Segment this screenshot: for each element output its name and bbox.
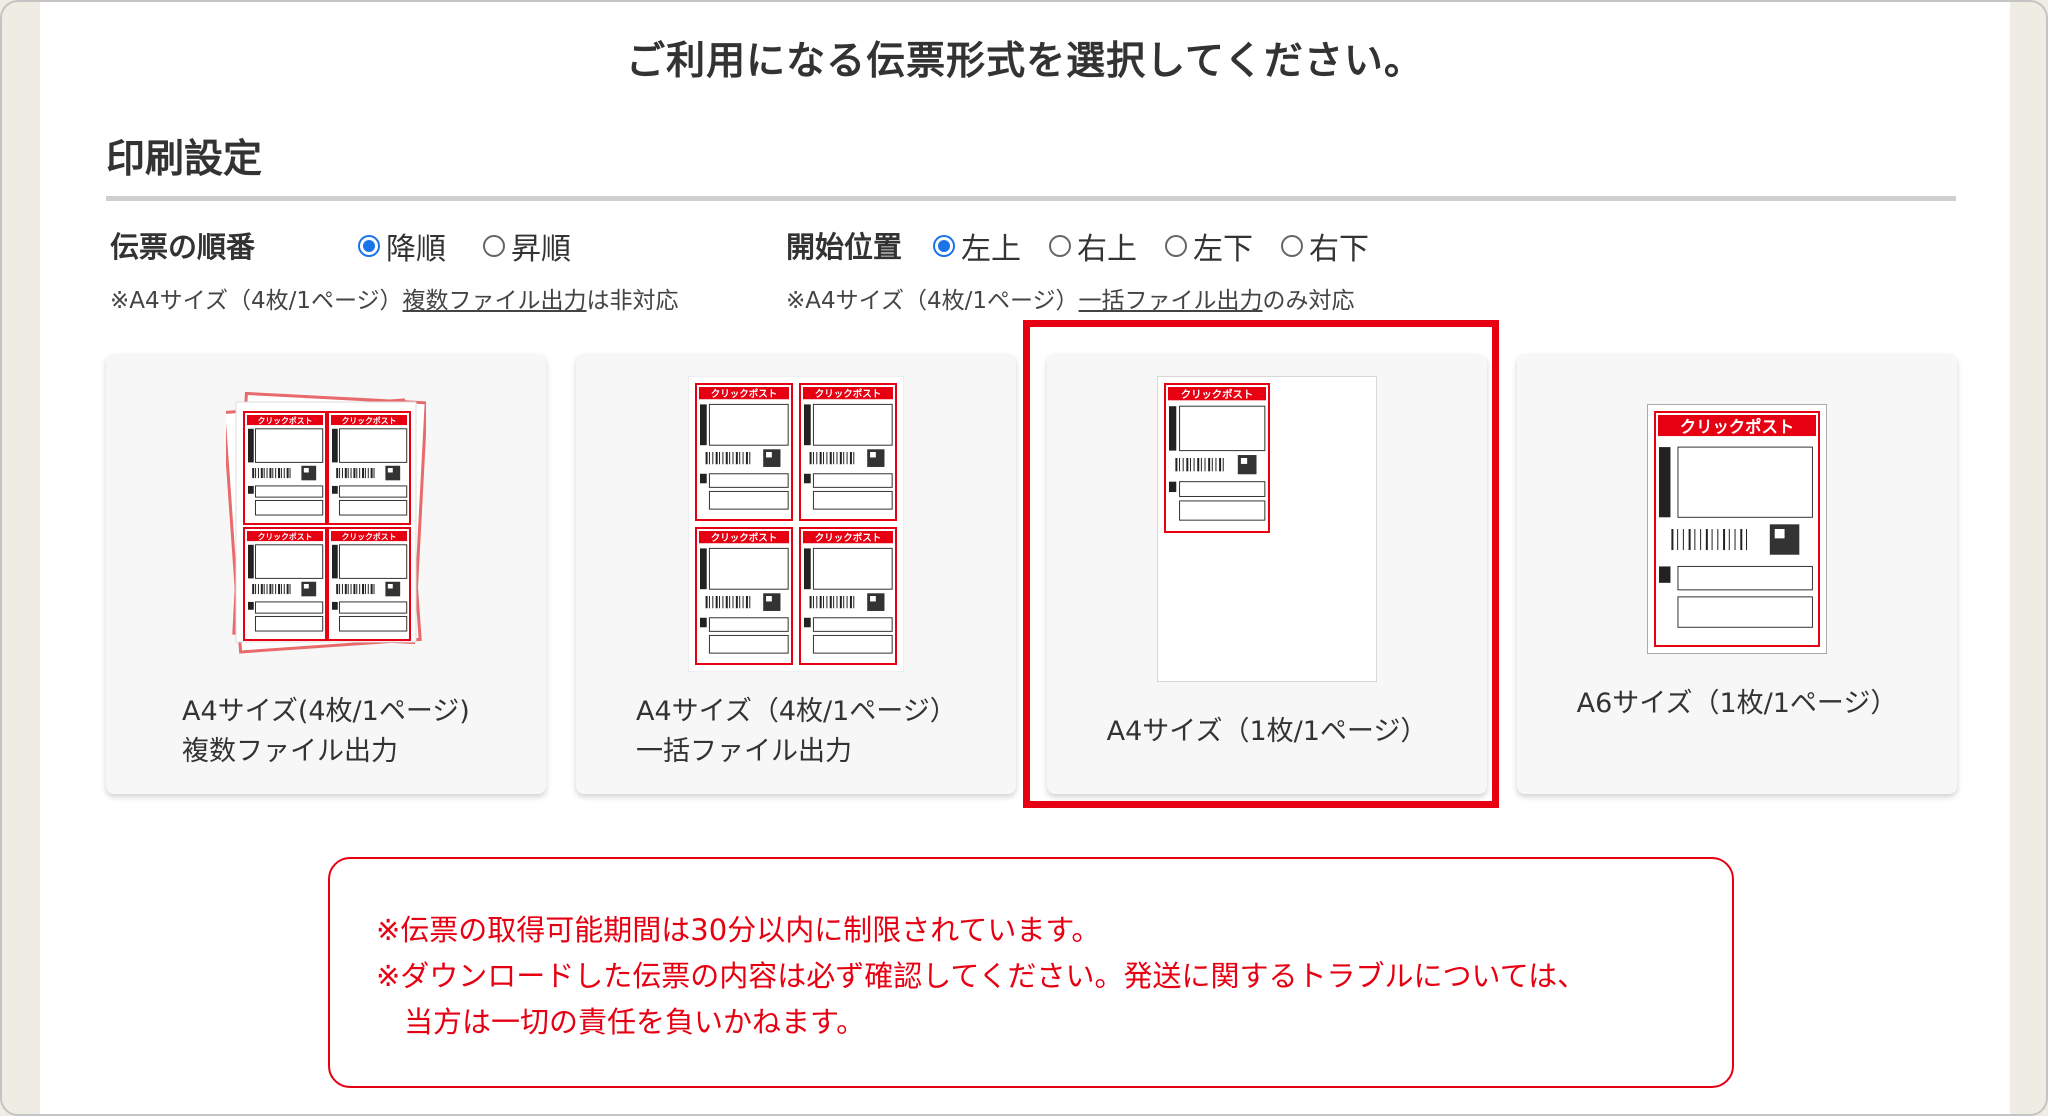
svg-text:クリックポスト: クリックポスト: [815, 388, 882, 400]
start-radio-bottom-right[interactable]: 右下: [1281, 224, 1369, 268]
start-position-label: 開始位置: [786, 230, 903, 264]
start-position-note: ※A4サイズ（4枚/1ページ）一括ファイル出力のみ対応: [786, 281, 1355, 315]
page-heading: ご利用になる伝票形式を選択してください。: [626, 39, 1424, 84]
order-radio-asc[interactable]: 昇順: [483, 224, 571, 268]
svg-text:クリックポスト: クリックポスト: [815, 532, 882, 544]
window-frame: ご利用になる伝票形式を選択してください。 印刷設定 伝票の順番 降順 昇順 ※A…: [0, 0, 2048, 1116]
format-caption-line1: A6サイズ（1枚/1ページ）: [1576, 688, 1898, 719]
radio-unselected-icon: [1165, 235, 1187, 257]
radio-selected-icon: [933, 235, 955, 257]
main-panel: ご利用になる伝票形式を選択してください。 印刷設定 伝票の順番 降順 昇順 ※A…: [40, 2, 2010, 1114]
note-link-text: 一括ファイル出力: [1078, 288, 1263, 314]
order-radio-desc[interactable]: 降順: [358, 224, 446, 268]
order-note: ※A4サイズ（4枚/1ページ）複数ファイル出力は非対応: [110, 281, 679, 315]
format-card-a6-1up[interactable]: クリックポスト A6サイズ（1枚/1ページ）: [1517, 354, 1957, 794]
radio-selected-icon: [358, 235, 380, 257]
format-card-a4-1up[interactable]: クリックポスト A4サイズ（1枚/1ページ）: [1047, 354, 1487, 794]
format-caption-line1: A4サイズ(4枚/1ページ): [182, 696, 470, 727]
format-caption-line1: A4サイズ（4枚/1ページ）: [636, 696, 957, 727]
a4-4up-sheet-icon: クリックポスト クリックポストクリックポスト クリックポスト: [688, 376, 904, 672]
note-text: ※A4サイズ（4枚/1ページ）: [110, 288, 403, 314]
section-divider: [106, 196, 1956, 201]
radio-label: 左上: [961, 232, 1021, 267]
format-caption-line2: 複数ファイル出力: [182, 736, 398, 767]
format-card-a4-4up-multi[interactable]: クリックポスト クリックポスト クリックポスト クリックポスト A4サイズ(4枚/1ペ…: [106, 354, 546, 794]
start-radio-top-left[interactable]: 左上: [933, 224, 1021, 268]
svg-text:クリックポスト: クリックポスト: [1680, 418, 1795, 437]
note-text: は非対応: [586, 288, 679, 314]
note-link-text: 複数ファイル出力: [402, 288, 587, 314]
radio-label: 左下: [1193, 232, 1253, 267]
a6-label-icon: クリックポスト: [1647, 404, 1827, 654]
radio-label: 右上: [1077, 232, 1137, 267]
warning-line-2: ※ダウンロードした伝票の内容は必ず確認してください。発送に関するトラブルについて…: [376, 959, 1587, 993]
start-radio-bottom-left[interactable]: 左下: [1165, 224, 1253, 268]
start-radio-top-right[interactable]: 右上: [1049, 224, 1137, 268]
radio-unselected-icon: [483, 235, 505, 257]
svg-text:クリックポスト: クリックポスト: [711, 388, 778, 400]
order-label: 伝票の順番: [110, 230, 256, 264]
radio-unselected-icon: [1281, 235, 1303, 257]
radio-label: 昇順: [511, 232, 571, 267]
svg-text:クリックポスト: クリックポスト: [342, 531, 397, 541]
note-text: ※A4サイズ（4枚/1ページ）: [786, 288, 1079, 314]
svg-text:クリックポスト: クリックポスト: [711, 532, 778, 544]
warning-line-1: ※伝票の取得可能期間は30分以内に制限されています。: [376, 913, 1101, 947]
section-title: 印刷設定: [106, 137, 263, 182]
radio-label: 右下: [1309, 232, 1369, 267]
radio-label: 降順: [386, 232, 446, 267]
a4-4up-stack-icon: クリックポスト クリックポストクリックポスト クリックポスト: [226, 391, 426, 654]
svg-text:クリックポスト: クリックポスト: [1181, 388, 1254, 401]
radio-unselected-icon: [1049, 235, 1071, 257]
warning-box: ※伝票の取得可能期間は30分以内に制限されています。 ※ダウンロードした伝票の内…: [328, 857, 1734, 1088]
format-card-a4-4up-single[interactable]: クリックポスト クリックポスト クリックポスト クリックポスト A4サイズ（4枚/1ペ…: [576, 354, 1016, 794]
warning-line-3: 当方は一切の責任を負いかねます。: [404, 1005, 866, 1039]
svg-text:クリックポスト: クリックポスト: [258, 415, 313, 425]
note-text: のみ対応: [1262, 288, 1355, 314]
a4-1up-sheet-icon: クリックポスト: [1157, 376, 1377, 682]
format-caption-line2: 一括ファイル出力: [636, 736, 852, 767]
format-caption-line1: A4サイズ（1枚/1ページ）: [1106, 716, 1428, 747]
svg-text:クリックポスト: クリックポスト: [258, 531, 313, 541]
svg-text:クリックポスト: クリックポスト: [342, 415, 397, 425]
